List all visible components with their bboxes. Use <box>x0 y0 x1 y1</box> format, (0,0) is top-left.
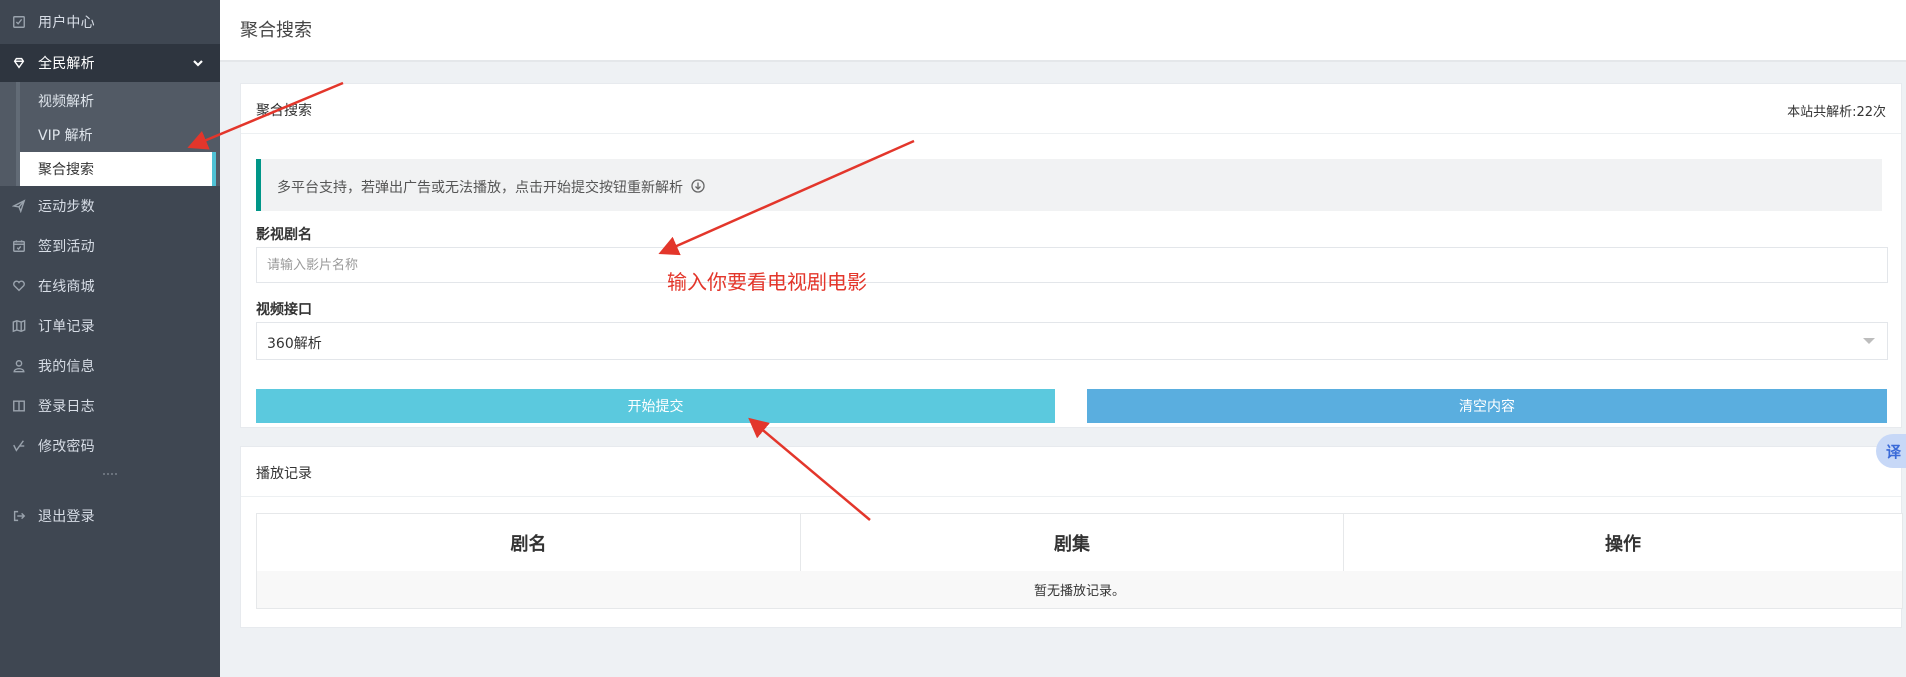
notice-box: 多平台支持，若弹出广告或无法播放，点击开始提交按钮重新解析 <box>256 159 1882 211</box>
sidebar-item-label: 在线商城 <box>38 279 95 295</box>
sidebar-item-checkin[interactable]: 签到活动 <box>0 226 220 266</box>
translate-tab[interactable]: 译 <box>1876 434 1906 468</box>
sidebar-item-label: 运动步数 <box>38 199 95 215</box>
sidebar-item-change-password[interactable]: 修改密码 <box>0 426 220 466</box>
panel-title: 聚合搜索 <box>256 103 312 119</box>
column-header-episode: 剧集 <box>1054 534 1090 555</box>
video-interface-select[interactable]: 360解析 <box>256 322 1888 360</box>
translate-label: 译 <box>1886 442 1902 461</box>
key-check-icon <box>11 438 27 454</box>
book-icon <box>11 398 27 414</box>
sidebar-item-my-info[interactable]: 我的信息 <box>0 346 220 386</box>
heart-icon <box>11 278 27 294</box>
logout-icon <box>11 508 27 524</box>
notice-text: 多平台支持，若弹出广告或无法播放，点击开始提交按钮重新解析 <box>277 180 683 196</box>
sidebar-item-user-center[interactable]: 用户中心 <box>0 2 220 42</box>
sidebar-item-label: 用户中心 <box>38 15 95 31</box>
panel-title: 播放记录 <box>256 466 312 482</box>
sidebar-item-label: 订单记录 <box>38 319 95 335</box>
sidebar-subitem-vip-parse[interactable]: VIP 解析 <box>20 118 216 152</box>
movie-name-input[interactable] <box>256 247 1888 283</box>
column-header-action: 操作 <box>1605 534 1641 555</box>
table-header: 剧名 剧集 操作 <box>256 513 1903 573</box>
search-panel: 聚合搜索 本站共解析:22次 多平台支持，若弹出广告或无法播放，点击开始提交按钮… <box>240 83 1902 428</box>
notice-line: 多平台支持，若弹出广告或无法播放，点击开始提交按钮重新解析 <box>277 177 706 197</box>
check-square-icon <box>11 14 27 30</box>
empty-row: 暂无播放记录。 <box>256 571 1903 609</box>
sidebar-item-universal-parse[interactable]: 全民解析 <box>0 44 220 82</box>
top-header: 聚合搜索 <box>220 0 1906 62</box>
history-panel: 播放记录 剧名 剧集 操作 暂无播放记录。 <box>240 446 1903 628</box>
sidebar-subitem-label: 聚合搜索 <box>38 162 94 178</box>
panel-header: 播放记录 <box>241 447 1901 497</box>
column-header-title: 剧名 <box>510 534 547 555</box>
movie-name-label: 影视剧名 <box>256 227 312 243</box>
sidebar-subitem-aggregate-search[interactable]: 聚合搜索 <box>20 152 216 186</box>
sidebar-item-label: 全民解析 <box>38 56 95 72</box>
sidebar-item-label: 退出登录 <box>38 509 95 525</box>
download-circle-icon <box>691 179 706 197</box>
active-indicator <box>212 152 216 186</box>
sidebar-item-steps[interactable]: 运动步数 <box>0 186 220 226</box>
sidebar-subitem-label: VIP 解析 <box>38 128 93 144</box>
caret-down-icon <box>1863 338 1875 344</box>
divider-dots <box>103 473 117 477</box>
sidebar-subitem-video-parse[interactable]: 视频解析 <box>20 84 216 118</box>
map-icon <box>11 318 27 334</box>
clear-button[interactable]: 清空内容 <box>1087 389 1887 423</box>
sidebar: 用户中心 全民解析 视频解析 VIP 解析 聚合搜索 运动步数 签到活动 在线商… <box>0 0 220 677</box>
page-title: 聚合搜索 <box>240 20 312 41</box>
calendar-icon <box>11 238 27 254</box>
panel-header: 聚合搜索 本站共解析:22次 <box>241 84 1901 134</box>
sidebar-subitem-label: 视频解析 <box>38 94 94 110</box>
diamond-icon <box>11 55 27 71</box>
sidebar-item-label: 我的信息 <box>38 359 95 375</box>
select-value: 360解析 <box>267 336 322 352</box>
send-icon <box>11 198 27 214</box>
sidebar-item-label: 登录日志 <box>38 399 95 415</box>
sidebar-item-label: 签到活动 <box>38 239 95 255</box>
sidebar-item-logout[interactable]: 退出登录 <box>0 496 220 536</box>
submit-button[interactable]: 开始提交 <box>256 389 1055 423</box>
sidebar-item-label: 修改密码 <box>38 439 95 455</box>
parse-count-text: 本站共解析:22次 <box>1787 105 1886 120</box>
chevron-down-icon <box>192 57 204 73</box>
video-interface-label: 视频接口 <box>256 302 312 318</box>
sidebar-item-orders[interactable]: 订单记录 <box>0 306 220 346</box>
annotation-text: 输入你要看电视剧电影 <box>667 270 867 294</box>
user-icon <box>11 358 27 374</box>
sidebar-item-login-log[interactable]: 登录日志 <box>0 386 220 426</box>
sidebar-item-shop[interactable]: 在线商城 <box>0 266 220 306</box>
